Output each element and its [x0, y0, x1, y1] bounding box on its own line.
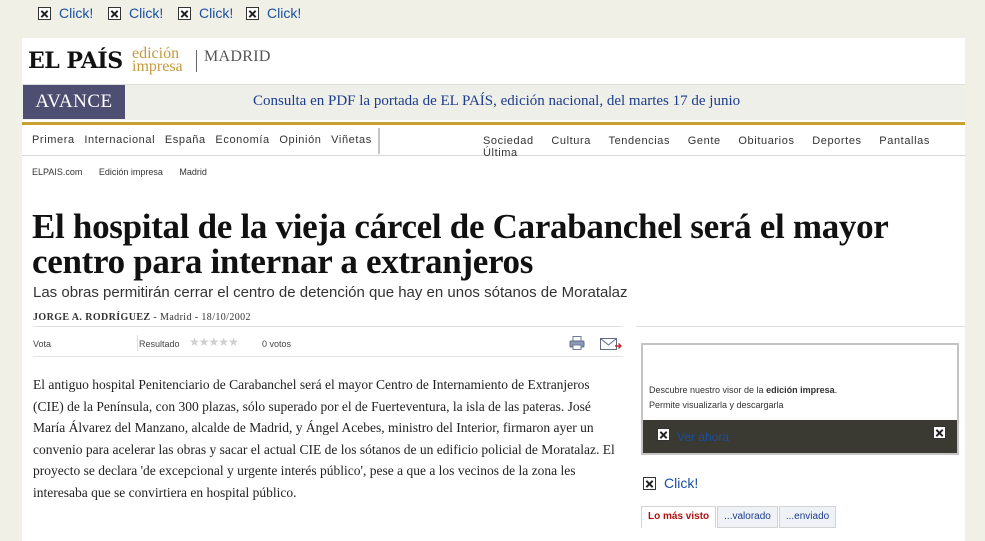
- close-icon[interactable]: [933, 426, 946, 439]
- broken-image-icon: [178, 6, 191, 20]
- breadcrumb-item[interactable]: Edición impresa: [99, 167, 163, 177]
- content-divider: [33, 326, 623, 327]
- nav-left-group: Primera Internacional España Economía Op…: [32, 134, 378, 146]
- email-icon[interactable]: [600, 337, 622, 351]
- article-body: El antiguo hospital Penitenciario de Car…: [33, 377, 615, 500]
- tab-most-rated[interactable]: ...valorado: [717, 506, 778, 528]
- star-icon[interactable]: ★: [189, 335, 200, 349]
- tab-most-sent[interactable]: ...enviado: [778, 506, 837, 528]
- edition-logo[interactable]: edición impresa: [132, 46, 183, 75]
- nav-item-internacional[interactable]: Internacional: [84, 134, 155, 146]
- avance-bar: AVANCE Consulta en PDF la portada de EL …: [22, 84, 965, 120]
- most-popular-tabs: Lo más visto ...valorado ...enviado: [641, 506, 837, 528]
- nav-item-gente[interactable]: Gente: [688, 135, 721, 147]
- site-logo[interactable]: EL PAÍS: [28, 48, 123, 74]
- result-label: Resultado: [139, 339, 180, 349]
- vote-label: Vota: [33, 339, 52, 349]
- vote-count: 0 votos: [262, 339, 292, 349]
- vote-row: Vota Resultado ★★★★★ 0 votos: [33, 335, 623, 357]
- article-subhead: Las obras permitirán cerrar el centro de…: [33, 284, 628, 301]
- ad-link-label: Click!: [199, 5, 234, 21]
- visor-description-prefix: Descubre nuestro visor de la: [649, 385, 767, 395]
- star-icon[interactable]: ★: [228, 335, 239, 349]
- top-ad-strip: Click! Click! Click! Click!: [0, 0, 985, 38]
- visor-description-suffix: .: [834, 385, 838, 395]
- ad-link-label: Click!: [129, 5, 164, 21]
- tab-most-viewed[interactable]: Lo más visto: [641, 506, 717, 528]
- ad-link-label: Click!: [59, 5, 94, 21]
- rating-stars[interactable]: ★★★★★: [189, 335, 239, 349]
- article-byline: JORGE A. RODRÍGUEZ - Madrid - 18/10/2002: [33, 312, 251, 323]
- ad-link-2[interactable]: Click!: [108, 5, 163, 21]
- nav-item-obituarios[interactable]: Obituarios: [738, 135, 794, 147]
- visor-description-bold: edición impresa: [766, 385, 835, 395]
- nav-item-sociedad[interactable]: Sociedad: [483, 135, 534, 147]
- nav-item-deportes[interactable]: Deportes: [812, 135, 861, 147]
- ad-link-label: Click!: [267, 5, 302, 21]
- visor-open-link[interactable]: Ver ahora: [677, 430, 729, 444]
- broken-image-icon: [38, 6, 51, 20]
- edition-logo-line-2: impresa: [132, 58, 183, 75]
- author-name: JORGE A. RODRÍGUEZ: [33, 312, 151, 323]
- section-nav: Primera Internacional España Economía Op…: [22, 125, 965, 159]
- visor-promo: Descubre nuestro visor de la edición imp…: [641, 343, 959, 455]
- avance-badge: AVANCE: [23, 85, 125, 119]
- dateline: - Madrid - 18/10/2002: [153, 312, 251, 323]
- star-icon[interactable]: ★: [218, 335, 229, 349]
- nav-divider: [378, 128, 380, 154]
- ad-link-4[interactable]: Click!: [246, 5, 301, 21]
- breadcrumb-item[interactable]: ELPAIS.com: [32, 167, 82, 177]
- logo-divider: [196, 50, 197, 72]
- broken-image-icon: [657, 428, 670, 441]
- star-icon[interactable]: ★: [209, 335, 220, 349]
- avance-pdf-link[interactable]: Consulta en PDF la portada de EL PAÍS, e…: [253, 93, 740, 110]
- sidebar-ad-link[interactable]: Click!: [643, 475, 698, 491]
- sidebar-ad-label: Click!: [664, 475, 699, 491]
- broken-image-icon: [643, 476, 656, 490]
- ad-link-1[interactable]: Click!: [38, 5, 93, 21]
- ad-link-3[interactable]: Click!: [178, 5, 233, 21]
- nav-item-opinion[interactable]: Opinión: [279, 134, 321, 146]
- section-city: MADRID: [204, 48, 271, 65]
- masthead: EL PAÍS edición impresa MADRID: [22, 38, 965, 84]
- star-icon[interactable]: ★: [199, 335, 210, 349]
- nav-item-vinetas[interactable]: Viñetas: [331, 134, 372, 146]
- visor-description: Descubre nuestro visor de la edición imp…: [649, 385, 837, 395]
- print-icon[interactable]: [569, 336, 585, 350]
- nav-item-economia[interactable]: Economía: [215, 134, 269, 146]
- breadcrumb-item[interactable]: Madrid: [179, 167, 207, 177]
- nav-item-pantallas[interactable]: Pantallas: [879, 135, 930, 147]
- broken-image-icon: [246, 6, 259, 20]
- nav-item-primera[interactable]: Primera: [32, 134, 75, 146]
- sidebar-divider: [636, 326, 965, 327]
- nav-item-tendencias[interactable]: Tendencias: [608, 135, 670, 147]
- broken-image-icon: [108, 6, 121, 20]
- breadcrumb: ELPAIS.com Edición impresa Madrid: [32, 167, 221, 177]
- nav-item-cultura[interactable]: Cultura: [551, 135, 591, 147]
- visor-subtext: Permite visualizarla y descargarla: [649, 400, 784, 410]
- nav-right-group: Sociedad Cultura Tendencias Gente Obitua…: [483, 135, 965, 159]
- nav-item-ultima[interactable]: Última: [483, 147, 518, 159]
- article-headline: El hospital de la vieja cárcel de Caraba…: [32, 207, 888, 281]
- vote-divider: [137, 335, 138, 351]
- visor-action-bar: Ver ahora: [643, 420, 957, 453]
- nav-item-espana[interactable]: España: [165, 134, 206, 146]
- page-container: EL PAÍS edición impresa MADRID AVANCE Co…: [22, 38, 965, 541]
